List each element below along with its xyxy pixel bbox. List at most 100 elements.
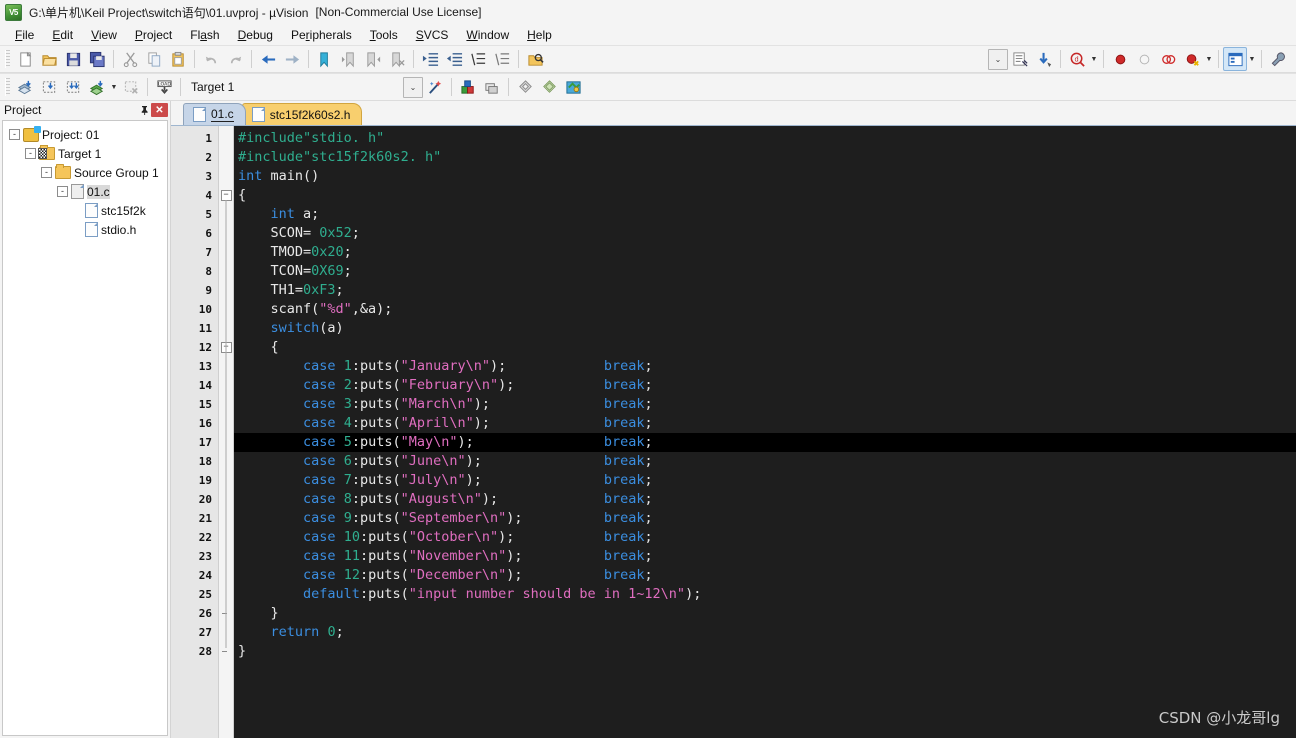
code-line[interactable]: case 6:puts("June\n"); break; — [234, 452, 1296, 471]
redo-icon[interactable] — [223, 47, 247, 71]
code-line[interactable]: TMOD=0x20; — [234, 243, 1296, 262]
code-line[interactable]: case 10:puts("October\n"); break; — [234, 528, 1296, 547]
manage-project-items-icon[interactable] — [456, 75, 480, 99]
start-debug-session-icon[interactable]: d — [1065, 47, 1089, 71]
save-all-icon[interactable] — [85, 47, 109, 71]
dbg-caret[interactable]: ▼ — [1089, 48, 1099, 70]
code-line[interactable]: SCON= 0x52; — [234, 224, 1296, 243]
bookmark-next-icon[interactable] — [361, 47, 385, 71]
kill-all-breakpoints-icon[interactable] — [1180, 47, 1204, 71]
download-load-icon[interactable]: LOAD — [152, 75, 176, 99]
configuration-wizard-icon[interactable] — [1266, 47, 1290, 71]
tree-item-target[interactable]: - Target 1 — [3, 144, 167, 163]
menu-item-file[interactable]: File — [6, 26, 43, 44]
close-icon[interactable]: ✕ — [151, 103, 168, 117]
code-line[interactable]: switch(a) — [234, 319, 1296, 338]
menu-item-peripherals[interactable]: Peripherals — [282, 26, 361, 44]
debug-download-icon[interactable] — [1032, 47, 1056, 71]
tree-item-stdio[interactable]: stdio.h — [3, 220, 167, 239]
indent-right-icon[interactable] — [418, 47, 442, 71]
code-line[interactable]: #include"stc15f2k60s2. h" — [234, 148, 1296, 167]
code-line[interactable]: case 5:puts("May\n"); break; — [234, 433, 1296, 452]
menu-item-tools[interactable]: Tools — [361, 26, 407, 44]
build-toolbar-grip[interactable] — [5, 78, 10, 96]
code-line[interactable]: #include"stdio. h" — [234, 129, 1296, 148]
batch-caret[interactable]: ▼ — [109, 76, 119, 98]
fold-margin[interactable]: −− — [219, 126, 234, 738]
code-line[interactable]: return 0; — [234, 623, 1296, 642]
tab-01c[interactable]: 01.c — [183, 103, 246, 125]
code-text[interactable]: #include"stdio. h" #include"stc15f2k60s2.… — [234, 126, 1296, 738]
disable-all-breakpoints-icon[interactable] — [1156, 47, 1180, 71]
rebuild-all-icon[interactable] — [61, 75, 85, 99]
tab-stc15f2k60s2h[interactable]: stc15f2k60s2.h — [241, 103, 363, 125]
bpkill-caret[interactable]: ▼ — [1204, 48, 1214, 70]
code-line[interactable]: case 9:puts("September\n"); break; — [234, 509, 1296, 528]
build-icon[interactable] — [37, 75, 61, 99]
tree-expander-icon[interactable]: - — [41, 167, 52, 178]
tree-expander-icon[interactable]: - — [57, 186, 68, 197]
insert-breakpoint-icon[interactable] — [1108, 47, 1132, 71]
project-tree[interactable]: - Project: 01- Target 1- Source Group 1-01.… — [2, 120, 168, 736]
code-line[interactable]: { — [234, 338, 1296, 357]
code-line[interactable]: int main() — [234, 167, 1296, 186]
code-line[interactable]: } — [234, 604, 1296, 623]
fold-cell[interactable] — [219, 129, 233, 148]
project-window-toggle-icon[interactable] — [1223, 47, 1247, 71]
disable-breakpoint-icon[interactable] — [1132, 47, 1156, 71]
menu-item-view[interactable]: View — [82, 26, 126, 44]
code-line[interactable]: case 11:puts("November\n"); break; — [234, 547, 1296, 566]
open-file-icon[interactable] — [37, 47, 61, 71]
find-in-files-icon[interactable] — [523, 47, 547, 71]
target-selector[interactable]: Target 1 — [185, 77, 311, 97]
code-line[interactable]: case 8:puts("August\n"); break; — [234, 490, 1296, 509]
code-line[interactable]: TH1=0xF3; — [234, 281, 1296, 300]
manage-multi-project-icon[interactable] — [480, 75, 504, 99]
bookmark-prev-icon[interactable] — [337, 47, 361, 71]
code-line[interactable]: { — [234, 186, 1296, 205]
navigate-back-icon[interactable] — [256, 47, 280, 71]
menu-item-project[interactable]: Project — [126, 26, 181, 44]
uncomment-icon[interactable] — [490, 47, 514, 71]
menu-item-window[interactable]: Window — [457, 26, 518, 44]
pack-installer-icon[interactable] — [513, 75, 537, 99]
stop-build-icon[interactable] — [119, 75, 143, 99]
code-line[interactable]: int a; — [234, 205, 1296, 224]
fold-cell[interactable] — [219, 167, 233, 186]
bookmark-clear-icon[interactable] — [385, 47, 409, 71]
menu-item-edit[interactable]: Edit — [43, 26, 82, 44]
code-line[interactable]: default:puts("input number should be in … — [234, 585, 1296, 604]
code-view[interactable]: 1 2 3 4 5 6 7 8 9 10 11 12 13 14 15 16 17 18 19 20 21 22 23 24 2… — [171, 126, 1296, 738]
configure-icon[interactable] — [1008, 47, 1032, 71]
code-line[interactable]: case 4:puts("April\n"); break; — [234, 414, 1296, 433]
navigate-forward-icon[interactable] — [280, 47, 304, 71]
menu-item-debug[interactable]: Debug — [229, 26, 282, 44]
menu-item-svcs[interactable]: SVCS — [407, 26, 458, 44]
batch-build-icon[interactable] — [85, 75, 109, 99]
save-icon[interactable] — [61, 47, 85, 71]
tree-expander-icon[interactable]: - — [25, 148, 36, 159]
tree-item-project[interactable]: - Project: 01 — [3, 125, 167, 144]
paste-icon[interactable] — [166, 47, 190, 71]
target-options-dropdown-icon[interactable]: ⌄ — [988, 48, 1008, 70]
translate-icon[interactable] — [13, 75, 37, 99]
pack-installer-2-icon[interactable] — [537, 75, 561, 99]
new-file-icon[interactable] — [13, 47, 37, 71]
code-line[interactable]: TCON=0X69; — [234, 262, 1296, 281]
comment-icon[interactable] — [466, 47, 490, 71]
target-select-arrow-icon[interactable]: ⌄ — [403, 76, 423, 98]
menu-item-help[interactable]: Help — [518, 26, 561, 44]
code-line[interactable]: case 3:puts("March\n"); break; — [234, 395, 1296, 414]
projwin-caret[interactable]: ▼ — [1247, 48, 1257, 70]
toolbar-grip[interactable] — [5, 50, 10, 68]
cut-icon[interactable] — [118, 47, 142, 71]
pin-icon[interactable] — [137, 103, 151, 117]
undo-icon[interactable] — [199, 47, 223, 71]
tree-item-01c[interactable]: - 01.c — [3, 182, 167, 201]
indent-left-icon[interactable] — [442, 47, 466, 71]
code-line[interactable]: case 7:puts("July\n"); break; — [234, 471, 1296, 490]
fold-cell[interactable] — [219, 148, 233, 167]
target-options-magic-icon[interactable] — [423, 75, 447, 99]
bookmark-toggle-icon[interactable] — [313, 47, 337, 71]
code-line[interactable]: case 1:puts("January\n"); break; — [234, 357, 1296, 376]
